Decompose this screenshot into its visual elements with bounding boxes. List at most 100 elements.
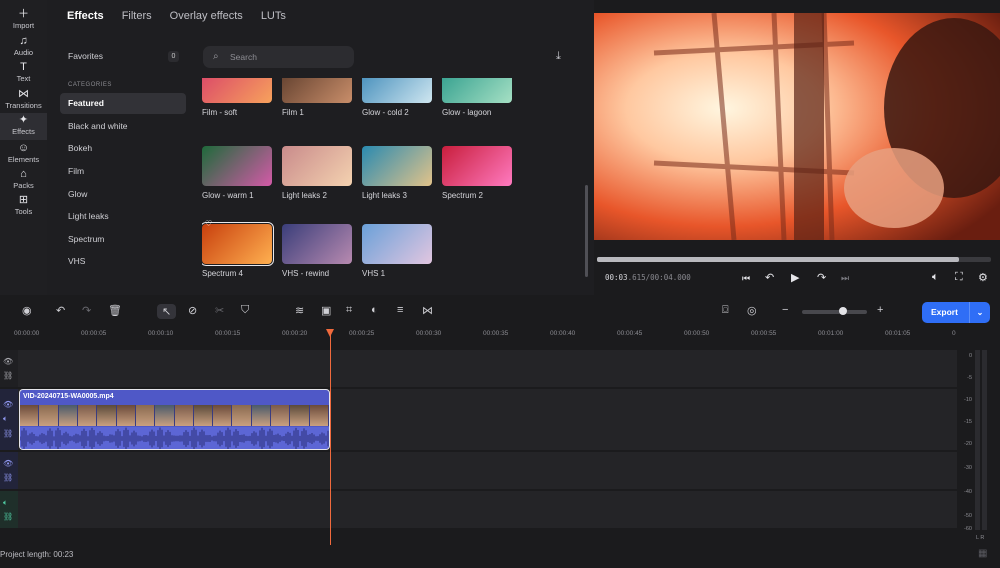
track-header: 👁︎ ⛓︎ xyxy=(0,452,18,489)
effect-tile[interactable]: VHS 1 xyxy=(362,224,432,278)
speaker-icon[interactable]: 🔈︎ xyxy=(3,498,8,508)
zoom-slider[interactable] xyxy=(802,307,867,315)
marker-icon[interactable]: ⛉ xyxy=(241,304,249,317)
track-header-video: 👁︎ 🔈︎ ⛓︎ xyxy=(0,389,18,450)
heart-icon[interactable]: ♡ xyxy=(205,219,212,228)
effect-tile[interactable]: Glow - lagoon xyxy=(442,78,512,117)
ruler-tick: 00:00:55 xyxy=(751,330,777,337)
sidebar-item-elements[interactable]: ☺ Elements xyxy=(0,142,47,168)
scissors-icon[interactable]: ✂ xyxy=(215,304,224,317)
track-lane[interactable] xyxy=(18,452,957,489)
zoom-in-icon[interactable]: + xyxy=(877,304,883,316)
adjust-icon[interactable]: ≡ xyxy=(397,304,403,316)
sidebar-item-label: Tools xyxy=(14,207,33,216)
effect-thumbnail xyxy=(202,146,272,186)
timecode-frames: .615 xyxy=(627,273,646,282)
category-bokeh[interactable]: Bokeh xyxy=(60,138,186,159)
video-clip[interactable]: VID-20240715-WA0005.mp4 xyxy=(19,389,330,450)
transition-icon[interactable]: ⋈ xyxy=(422,304,433,317)
skip-forward-icon[interactable]: ⏭ xyxy=(841,273,849,284)
effect-tile-selected[interactable]: ♡ Spectrum 4 xyxy=(202,219,274,278)
ripple-icon[interactable]: ⊘ xyxy=(188,304,197,317)
effect-tile[interactable]: Light leaks 3 xyxy=(362,146,432,200)
search-placeholder: Search xyxy=(230,52,257,62)
select-pointer-icon[interactable]: ↖ xyxy=(157,304,177,319)
redo-icon[interactable]: ↷ xyxy=(82,304,91,317)
sidebar-item-text[interactable]: T Text xyxy=(0,61,47,87)
captions-icon[interactable]: ▣ xyxy=(321,304,331,317)
undo-icon[interactable]: ↶ xyxy=(56,304,65,317)
sidebar-item-tools[interactable]: ⊞ Tools xyxy=(0,194,47,220)
tab-overlay-effects[interactable]: Overlay effects xyxy=(170,10,243,22)
track-lane[interactable] xyxy=(18,350,957,387)
track-lane-audio[interactable] xyxy=(18,491,957,528)
waveform-graphic xyxy=(20,427,329,449)
speaker-icon[interactable]: 🔈︎ xyxy=(3,414,8,424)
effect-tile[interactable]: Film - soft xyxy=(202,78,272,117)
tab-filters[interactable]: Filters xyxy=(122,10,152,22)
category-black-and-white[interactable]: Black and white xyxy=(60,116,186,137)
trash-icon[interactable]: 🗑︎ xyxy=(108,304,122,317)
category-vhs[interactable]: VHS xyxy=(60,251,186,272)
category-featured[interactable]: Featured xyxy=(60,93,186,114)
effect-tile[interactable]: Film 1 xyxy=(282,78,352,117)
audio-wave-icon[interactable]: ≋ xyxy=(295,304,304,317)
timeline-ruler[interactable]: 00:00:00 00:00:05 00:00:10 00:00:15 00:0… xyxy=(14,327,958,344)
eye-icon[interactable]: 👁︎ xyxy=(3,400,13,409)
playhead-handle[interactable] xyxy=(326,329,334,337)
playhead[interactable] xyxy=(330,329,331,545)
download-icon[interactable]: ⤓ xyxy=(556,50,561,63)
playback-progress-bar[interactable] xyxy=(597,257,991,262)
volume-icon[interactable]: 🔈︎ xyxy=(932,271,939,284)
filmstrip-frame xyxy=(77,405,98,426)
link-icon[interactable]: ⛓︎ xyxy=(3,371,13,380)
forward-icon[interactable]: ↷ xyxy=(817,271,826,284)
category-glow[interactable]: Glow xyxy=(60,184,186,205)
crop-icon[interactable]: ⌗ xyxy=(346,304,352,317)
meter-label: -50 xyxy=(964,513,972,519)
color-icon[interactable]: ◐ xyxy=(371,304,378,316)
fullscreen-icon[interactable]: ⛶ xyxy=(955,271,963,284)
category-spectrum[interactable]: Spectrum xyxy=(60,229,186,250)
play-icon[interactable]: ▶ xyxy=(791,271,799,284)
link-icon[interactable]: ⛓︎ xyxy=(3,473,13,482)
sidebar-item-audio[interactable]: ♫ Audio xyxy=(0,35,47,61)
chevron-down-icon[interactable]: ⌄ xyxy=(969,302,990,323)
bowtie-icon: ⋈ xyxy=(18,88,29,100)
settings-gear-icon[interactable]: ⚙ xyxy=(978,271,988,284)
effect-tile[interactable]: Light leaks 2 xyxy=(282,146,352,200)
music-note-icon: ♫ xyxy=(19,35,28,47)
skip-back-icon[interactable]: ⏮ xyxy=(742,273,750,284)
sidebar-item-import[interactable]: ＋ Import xyxy=(0,8,47,34)
unlink-icon[interactable]: ⛓︎ xyxy=(3,429,13,438)
sidebar-item-transitions[interactable]: ⋈ Transitions xyxy=(0,88,47,114)
effect-tile[interactable]: Glow - cold 2 xyxy=(362,78,432,117)
export-button[interactable]: Export ⌄ xyxy=(922,302,990,323)
zoom-out-icon[interactable]: − xyxy=(782,304,788,316)
zoom-slider-knob[interactable] xyxy=(839,307,847,315)
eye-icon[interactable]: 👁︎ xyxy=(3,459,13,468)
effect-tile[interactable]: Spectrum 2 xyxy=(442,146,512,200)
effect-tile[interactable]: Glow - warm 1 xyxy=(202,146,272,200)
record-icon[interactable]: ◉ xyxy=(22,304,32,317)
preview-frame xyxy=(594,13,1000,240)
sticker-icon[interactable]: ◎ xyxy=(747,304,757,317)
effect-tile[interactable]: VHS - rewind xyxy=(282,224,352,278)
meter-label: -30 xyxy=(964,465,972,471)
tab-luts[interactable]: LUTs xyxy=(261,10,286,22)
voiceover-icon[interactable]: ⌼ xyxy=(722,304,729,317)
panel-scrollbar[interactable] xyxy=(585,185,588,277)
ruler-tick: 00:00:20 xyxy=(282,330,308,337)
sidebar-item-label: Import xyxy=(12,21,35,30)
search-input[interactable]: ⌕ Search xyxy=(203,46,354,68)
unlink-icon[interactable]: ⛓︎ xyxy=(3,512,13,521)
sidebar-item-effects[interactable]: ✦ Effects xyxy=(0,113,47,140)
category-light-leaks[interactable]: Light leaks xyxy=(60,206,186,227)
sidebar-item-packs[interactable]: ⌂ Packs xyxy=(0,168,47,194)
category-film[interactable]: Film xyxy=(60,161,186,182)
ruler-tick: 00:00:30 xyxy=(416,330,442,337)
eye-icon[interactable]: 👁︎ xyxy=(3,357,13,366)
resize-handle-icon[interactable]: ▦ xyxy=(978,548,987,559)
tab-effects[interactable]: Effects xyxy=(67,10,104,22)
rewind-icon[interactable]: ↶ xyxy=(765,271,774,284)
